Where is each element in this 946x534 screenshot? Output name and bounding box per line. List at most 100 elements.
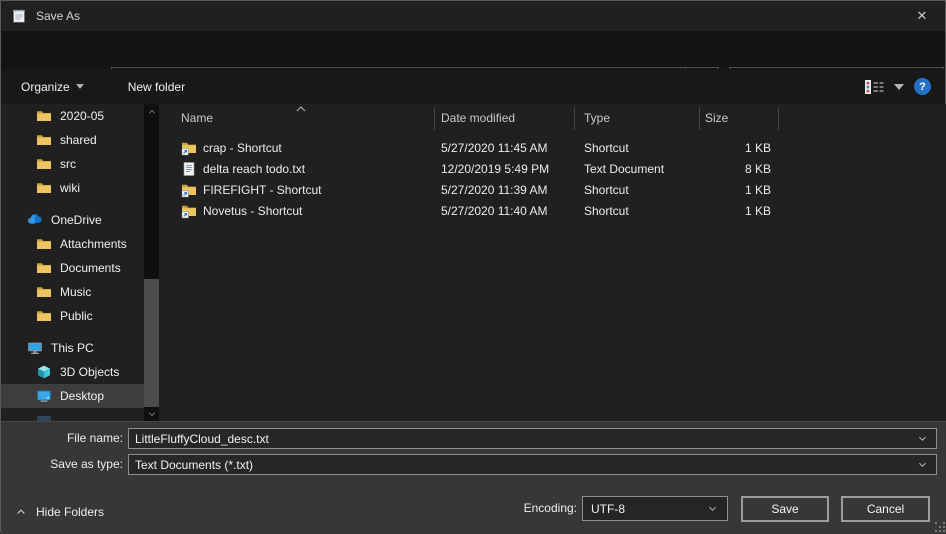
scroll-up-button[interactable] [144, 104, 159, 119]
organize-label: Organize [21, 80, 70, 94]
file-type: Text Document [574, 162, 699, 176]
this-pc-icon [27, 340, 43, 356]
sidebar-item-src[interactable]: src [1, 152, 144, 176]
chevron-down-icon [917, 459, 928, 470]
file-row-novetus-shortcut[interactable]: Novetus - Shortcut 5/27/2020 11:40 AM Sh… [166, 200, 946, 221]
file-row-crap-shortcut[interactable]: crap - Shortcut 5/27/2020 11:45 AM Short… [166, 137, 946, 158]
file-name-combo[interactable] [128, 428, 937, 449]
file-size: 1 KB [699, 141, 778, 155]
close-button[interactable]: ✕ [899, 1, 945, 31]
sidebar-item-documents[interactable]: Documents [1, 256, 144, 280]
sidebar-item-label: Attachments [60, 237, 127, 251]
cancel-button[interactable]: Cancel [841, 496, 930, 522]
save-button[interactable]: Save [741, 496, 829, 522]
shortcut-folder-icon [181, 140, 197, 156]
column-divider[interactable] [778, 107, 779, 130]
sidebar-item-label: Public [60, 309, 93, 323]
column-header-type[interactable]: Type [584, 104, 610, 131]
dropdown-triangle-icon [76, 84, 84, 89]
hide-folders-button[interactable]: Hide Folders [9, 499, 110, 525]
file-row-firefight-shortcut[interactable]: FIREFIGHT - Shortcut 5/27/2020 11:39 AM … [166, 179, 946, 200]
sidebar-item-attachments[interactable]: Attachments [1, 232, 144, 256]
encoding-value: UTF-8 [583, 502, 707, 516]
folder-icon [36, 236, 52, 252]
details-view-icon [864, 79, 886, 95]
organize-button[interactable]: Organize [11, 69, 94, 104]
new-folder-label: New folder [128, 80, 185, 94]
sidebar-scrollbar[interactable] [144, 104, 159, 421]
file-date: 5/27/2020 11:40 AM [434, 204, 574, 218]
file-row-delta-reach-todo[interactable]: delta reach todo.txt 12/20/2019 5:49 PM … [166, 158, 946, 179]
column-divider[interactable] [574, 107, 575, 130]
sidebar-item-2020-05[interactable]: 2020-05 [1, 104, 144, 128]
close-icon: ✕ [917, 8, 928, 24]
sidebar-item-this-pc[interactable]: This PC [1, 336, 144, 360]
file-name: Novetus - Shortcut [203, 204, 302, 218]
folder-icon [36, 180, 52, 196]
sidebar-item-label: Desktop [60, 389, 104, 403]
sidebar-item-label: Documents [60, 261, 121, 275]
file-type: Shortcut [574, 141, 699, 155]
notepad-app-icon [11, 8, 27, 24]
navigation-pane: 2020-05 shared src wiki OneDrive Attachm… [1, 104, 166, 421]
dropdown-triangle-icon [894, 84, 904, 90]
title-bar[interactable]: Save As ✕ [1, 1, 945, 31]
folder-icon [36, 108, 52, 124]
scroll-down-button[interactable] [144, 406, 159, 421]
sidebar-item-3d-objects[interactable]: 3D Objects [1, 360, 144, 384]
file-name: delta reach todo.txt [203, 162, 305, 176]
sort-ascending-icon [296, 106, 306, 112]
file-size: 1 KB [699, 183, 778, 197]
column-header-date-modified[interactable]: Date modified [441, 104, 515, 131]
hide-folders-label: Hide Folders [36, 505, 104, 519]
main-area: 2020-05 shared src wiki OneDrive Attachm… [1, 104, 946, 421]
sidebar-item-desktop[interactable]: Desktop [1, 384, 144, 408]
shortcut-folder-icon [181, 203, 197, 219]
new-folder-button[interactable]: New folder [118, 69, 195, 104]
file-name-label: File name: [1, 428, 123, 449]
clipped-item-icon [36, 412, 52, 421]
column-divider[interactable] [699, 107, 700, 130]
resize-grip[interactable] [935, 522, 945, 532]
folder-icon [36, 308, 52, 324]
command-toolbar: Organize New folder ? [1, 69, 945, 104]
folder-icon [36, 132, 52, 148]
3d-cube-icon [36, 364, 52, 380]
file-date: 5/27/2020 11:39 AM [434, 183, 574, 197]
text-document-icon [181, 161, 197, 177]
column-header-name[interactable]: Name [181, 104, 213, 131]
sidebar-item-label: 2020-05 [60, 109, 104, 123]
chevron-down-icon [147, 409, 157, 419]
sidebar-item-label: 3D Objects [60, 365, 119, 379]
chevron-up-icon [15, 506, 27, 518]
sidebar-item-onedrive[interactable]: OneDrive [1, 208, 144, 232]
sidebar-item-shared[interactable]: shared [1, 128, 144, 152]
scrollbar-thumb[interactable] [144, 279, 159, 407]
sidebar-item-label: This PC [51, 341, 94, 355]
sidebar-item-partial[interactable] [1, 408, 144, 421]
help-button[interactable]: ? [914, 78, 931, 95]
sidebar-item-music[interactable]: Music [1, 280, 144, 304]
file-name-input[interactable] [129, 429, 917, 448]
save-as-type-select[interactable]: Text Documents (*.txt) [128, 454, 937, 475]
sidebar-item-public[interactable]: Public [1, 304, 144, 328]
folder-icon [36, 260, 52, 276]
file-name: crap - Shortcut [203, 141, 282, 155]
sidebar-item-label: shared [60, 133, 97, 147]
file-size: 8 KB [699, 162, 778, 176]
save-as-dialog: Save As ✕ This PC Desktop [0, 0, 946, 533]
change-view-button[interactable] [864, 79, 904, 95]
column-header-size[interactable]: Size [705, 104, 728, 131]
chevron-down-icon [917, 433, 928, 444]
encoding-select[interactable]: UTF-8 [582, 496, 728, 521]
save-as-type-label: Save as type: [1, 454, 123, 475]
onedrive-cloud-icon [27, 212, 43, 228]
desktop-monitor-icon [36, 388, 52, 404]
question-mark-icon: ? [919, 81, 926, 93]
column-divider[interactable] [434, 107, 435, 130]
sidebar-item-wiki[interactable]: wiki [1, 176, 144, 200]
encoding-label: Encoding: [441, 496, 577, 521]
file-date: 5/27/2020 11:45 AM [434, 141, 574, 155]
file-date: 12/20/2019 5:49 PM [434, 162, 574, 176]
chevron-down-icon [707, 503, 718, 514]
